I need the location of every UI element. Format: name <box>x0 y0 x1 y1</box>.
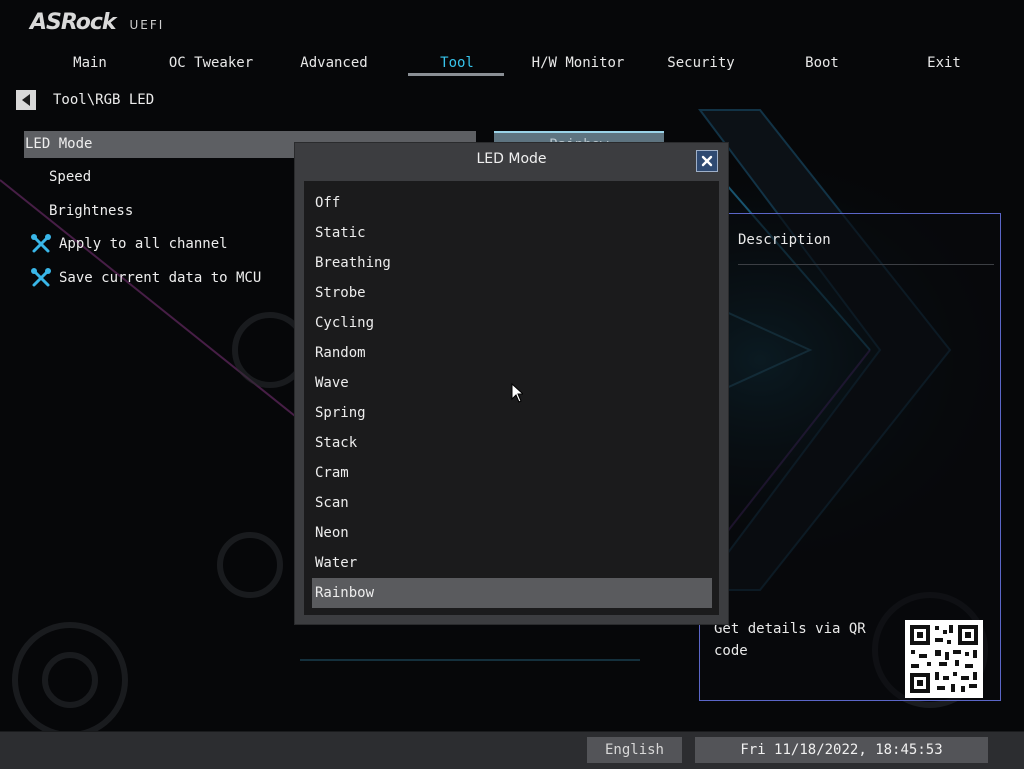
menu-item-apply-all-channel[interactable]: Apply to all channel <box>30 233 228 255</box>
menu-item-label: Brightness <box>49 203 134 219</box>
option-water[interactable]: Water <box>312 548 712 578</box>
option-scan[interactable]: Scan <box>312 488 712 518</box>
menu-item-speed[interactable]: Speed <box>49 169 91 185</box>
arrow-left-icon <box>22 94 30 106</box>
option-breathing[interactable]: Breathing <box>312 248 712 278</box>
option-stack[interactable]: Stack <box>312 428 712 458</box>
option-off[interactable]: Off <box>312 188 712 218</box>
menu-item-label: Save current data to MCU <box>59 270 262 286</box>
close-button[interactable] <box>696 150 718 172</box>
tab-boot[interactable]: Boot <box>805 51 839 75</box>
tab-hw-monitor[interactable]: H/W Monitor <box>532 51 625 75</box>
tab-exit[interactable]: Exit <box>927 51 961 75</box>
option-neon[interactable]: Neon <box>312 518 712 548</box>
option-static[interactable]: Static <box>312 218 712 248</box>
active-tab-indicator <box>408 73 504 76</box>
back-button[interactable] <box>16 90 36 110</box>
tab-security[interactable]: Security <box>667 51 734 75</box>
description-panel: Description Get details via QR code <box>699 213 1001 701</box>
asrock-logo: ASRock UEFI <box>30 10 164 35</box>
qr-code-icon <box>905 620 983 698</box>
mouse-pointer-icon <box>511 383 523 403</box>
menu-item-label: Apply to all channel <box>59 236 228 252</box>
tool-icon <box>31 234 51 253</box>
tab-main[interactable]: Main <box>73 51 107 75</box>
status-bar: English Fri 11/18/2022, 18:45:53 <box>0 731 1024 769</box>
datetime-display: Fri 11/18/2022, 18:45:53 <box>695 737 988 763</box>
logo-uefi-text: UEFI <box>129 18 165 32</box>
option-strobe[interactable]: Strobe <box>312 278 712 308</box>
option-rainbow[interactable]: Rainbow <box>312 578 712 608</box>
qr-caption: Get details via QR code <box>714 621 866 659</box>
description-title: Description <box>738 232 831 248</box>
tab-advanced[interactable]: Advanced <box>300 51 367 75</box>
logo-brand-text: ASRock <box>30 10 117 35</box>
language-button[interactable]: English <box>587 737 682 763</box>
close-icon <box>701 155 713 167</box>
tab-tool[interactable]: Tool <box>440 51 474 75</box>
breadcrumb: Tool\RGB LED <box>16 90 154 110</box>
menu-item-label: LED Mode <box>25 136 93 152</box>
option-cram[interactable]: Cram <box>312 458 712 488</box>
option-cycling[interactable]: Cycling <box>312 308 712 338</box>
menu-item-label: Speed <box>49 169 92 185</box>
description-divider <box>738 264 994 265</box>
main-tab-bar: Main OC Tweaker Advanced Tool H/W Monito… <box>28 51 994 81</box>
breadcrumb-path: Tool\RGB LED <box>53 92 155 108</box>
option-random[interactable]: Random <box>312 338 712 368</box>
menu-item-brightness[interactable]: Brightness <box>49 203 133 219</box>
dialog-title: LED Mode <box>476 151 547 167</box>
tab-oc-tweaker[interactable]: OC Tweaker <box>169 51 253 75</box>
tool-icon <box>31 268 51 287</box>
menu-item-save-to-mcu[interactable]: Save current data to MCU <box>30 267 261 289</box>
